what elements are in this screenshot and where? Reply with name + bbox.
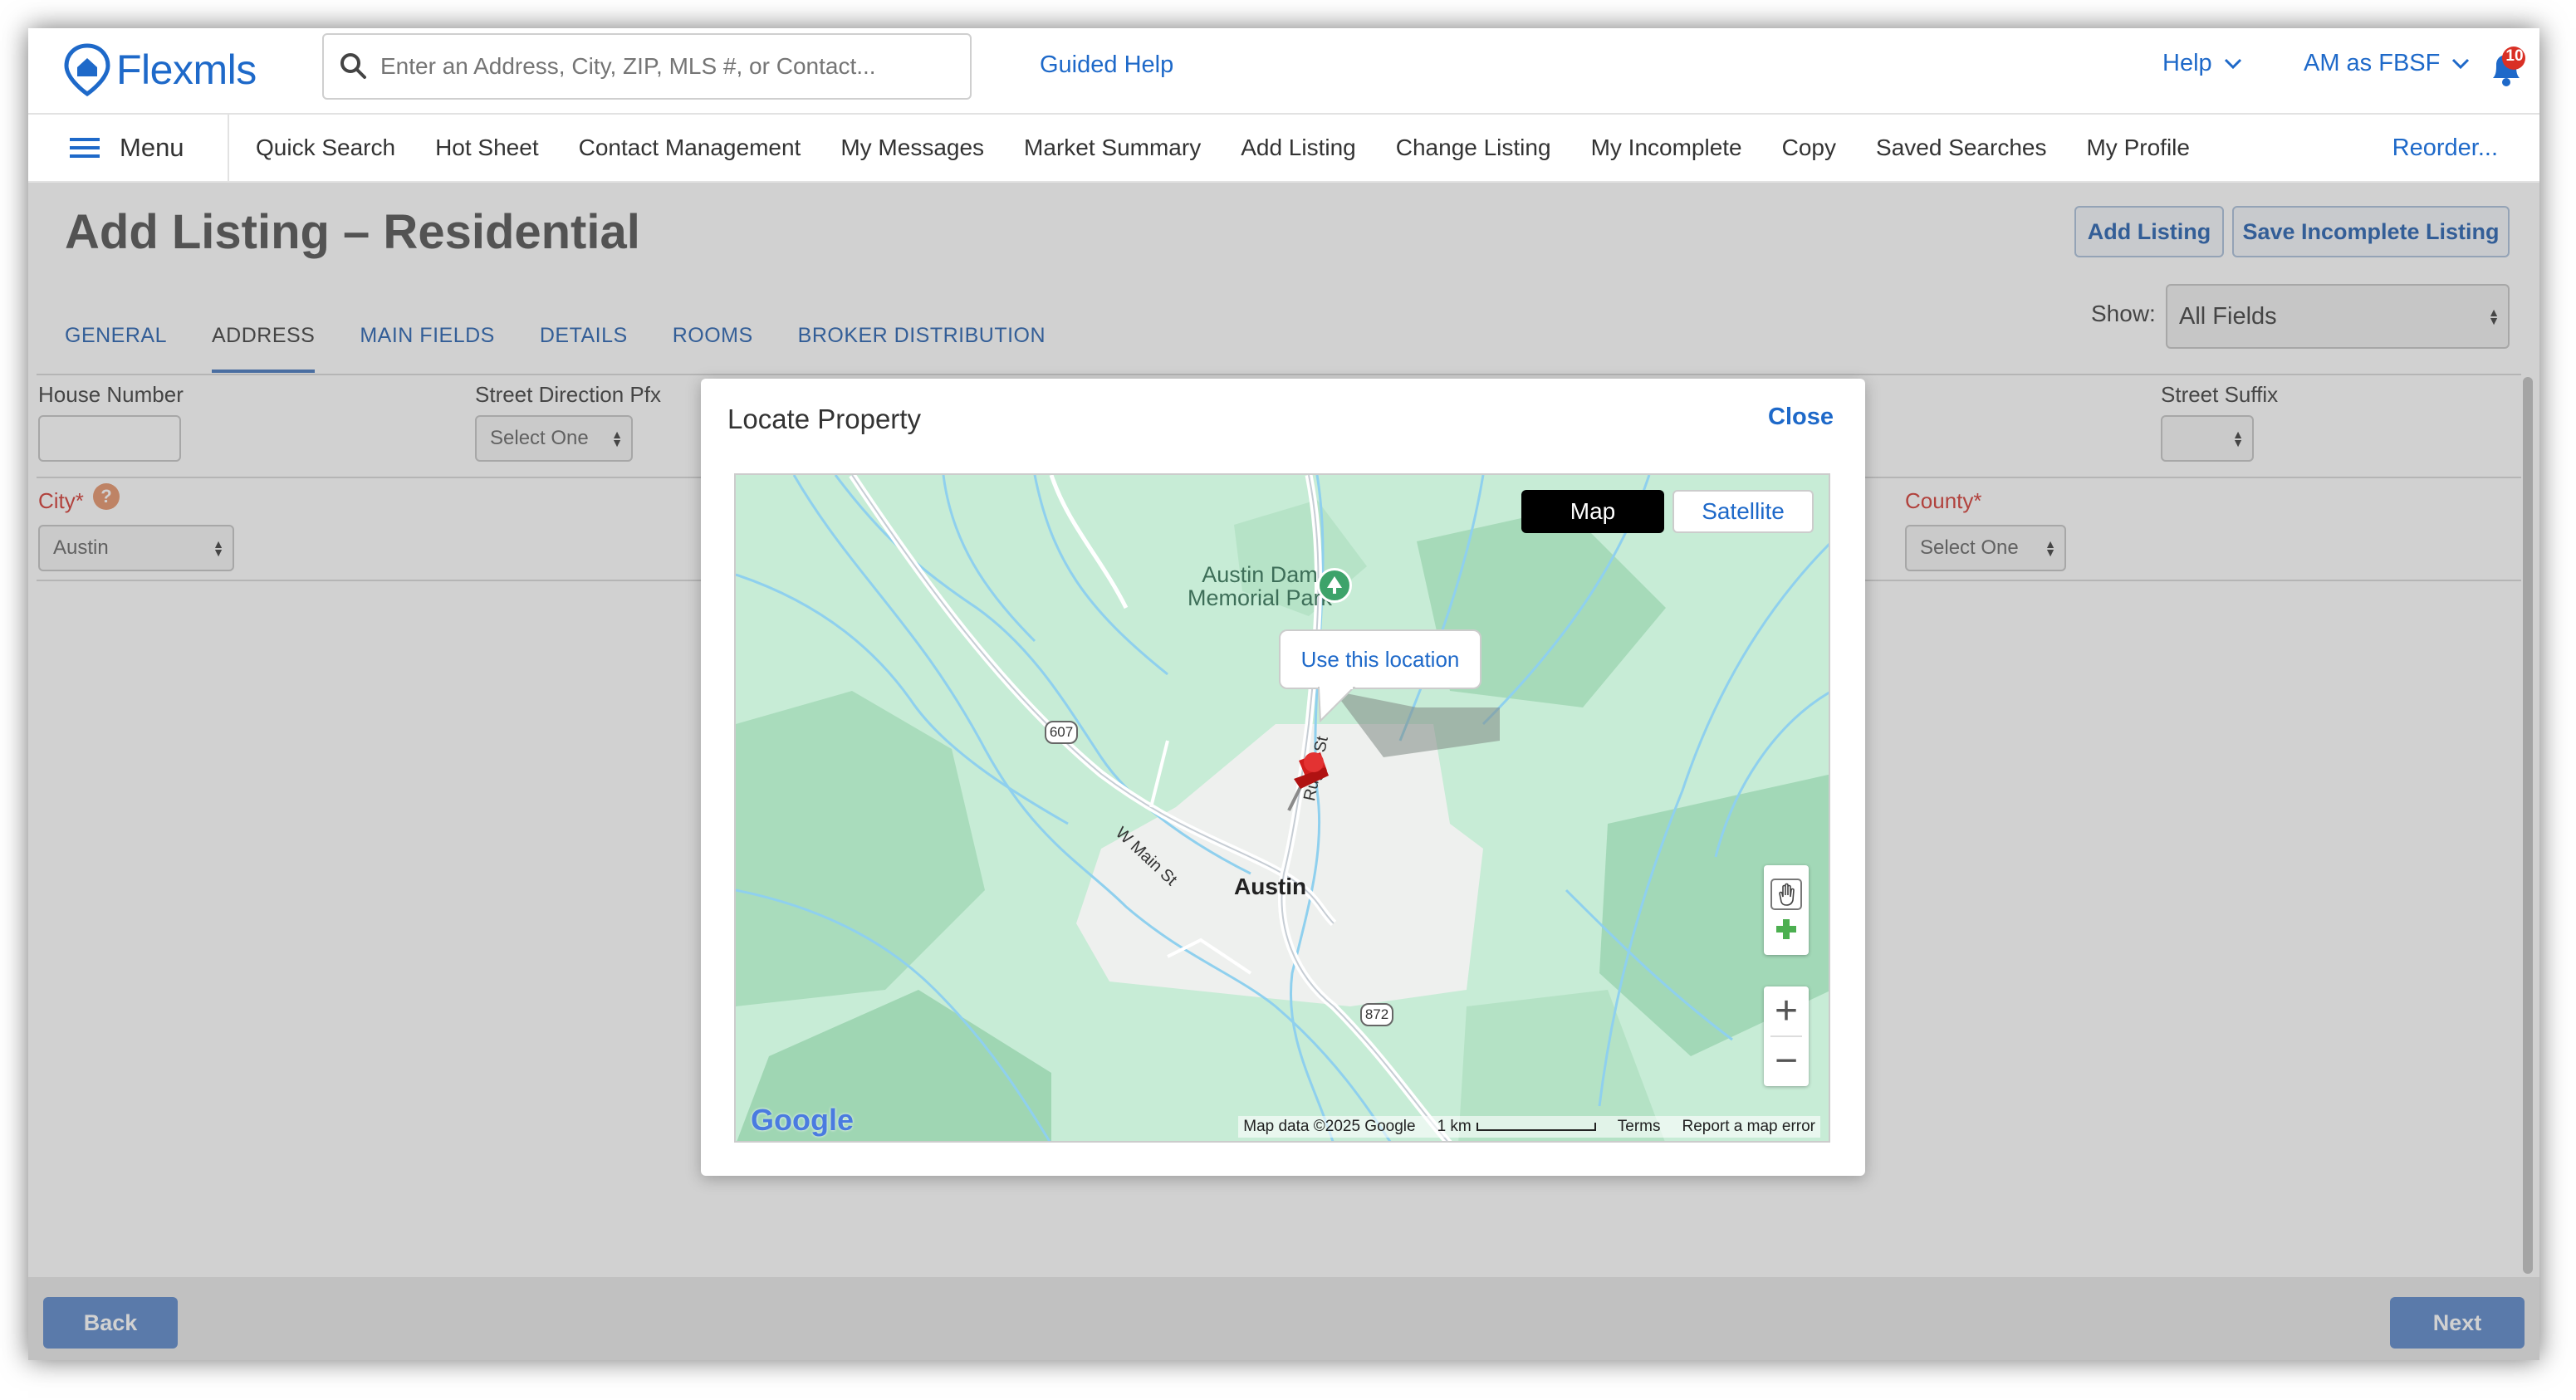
scale-bar <box>1476 1123 1596 1131</box>
map-data-text: Map data ©2025 Google <box>1243 1118 1416 1135</box>
nav-my-profile[interactable]: My Profile <box>2066 135 2209 161</box>
logo-pin-icon <box>64 43 110 96</box>
drawing-tools <box>1764 865 1809 955</box>
modal-title: Locate Property <box>727 404 921 434</box>
help-menu[interactable]: Help <box>2162 50 2242 77</box>
nav-change-listing[interactable]: Change Listing <box>1376 135 1571 161</box>
tooltip-tail <box>1317 686 1356 722</box>
main-nav: Menu Quick Search Hot Sheet Contact Mana… <box>28 114 2539 183</box>
park-label-line-2: Memorial Park <box>1188 585 1333 610</box>
hand-pan-icon[interactable] <box>1770 879 1802 910</box>
nav-hot-sheet[interactable]: Hot Sheet <box>415 135 559 161</box>
modal-close-button[interactable]: Close <box>1768 404 1834 431</box>
top-bar: Flexmls Guided Help Help AM as FBSF 10 <box>28 28 2539 115</box>
road-shield-607: 607 <box>1045 721 1078 744</box>
notifications-button[interactable]: 10 <box>2486 45 2526 91</box>
zoom-controls: + − <box>1764 986 1809 1086</box>
search-icon <box>340 53 366 79</box>
locate-property-modal: Locate Property Close 607 872 Austin Dam… <box>701 379 1865 1176</box>
user-menu[interactable]: AM as FBSF <box>2304 50 2470 77</box>
use-location-tooltip[interactable]: Use this location <box>1279 629 1481 689</box>
scale-label: 1 km <box>1437 1118 1472 1135</box>
add-marker-icon[interactable] <box>1774 917 1799 942</box>
tree-icon <box>1327 576 1342 594</box>
map-type-satellite-button[interactable]: Satellite <box>1672 490 1814 533</box>
google-logo[interactable]: Google <box>751 1103 854 1138</box>
map-attribution: Map data ©2025 Google 1 km Terms Report … <box>1238 1116 1820 1138</box>
zoom-in-icon[interactable]: + <box>1775 987 1798 1035</box>
terms-link[interactable]: Terms <box>1618 1118 1661 1136</box>
nav-my-messages[interactable]: My Messages <box>820 135 1004 161</box>
pushpin-icon[interactable] <box>1279 746 1337 815</box>
nav-quick-search[interactable]: Quick Search <box>236 135 415 161</box>
map-type-map-button[interactable]: Map <box>1521 490 1664 533</box>
nav-copy[interactable]: Copy <box>1762 135 1856 161</box>
notification-badge: 10 <box>2505 47 2524 65</box>
search-input[interactable] <box>380 53 912 80</box>
reorder-link[interactable]: Reorder... <box>2392 135 2498 162</box>
town-label: Austin <box>1234 874 1307 899</box>
logo[interactable]: Flexmls <box>63 43 257 96</box>
nav-saved-searches[interactable]: Saved Searches <box>1856 135 2066 161</box>
nav-my-incomplete[interactable]: My Incomplete <box>1571 135 1762 161</box>
app-window: Flexmls Guided Help Help AM as FBSF 10 <box>28 28 2539 1360</box>
hamburger-icon <box>70 138 100 158</box>
help-label: Help <box>2162 50 2212 76</box>
nav-contact-management[interactable]: Contact Management <box>559 135 821 161</box>
park-label: Austin Dam Memorial Park <box>1188 563 1332 609</box>
nav-add-listing[interactable]: Add Listing <box>1221 135 1376 161</box>
use-location-link[interactable]: Use this location <box>1301 647 1460 673</box>
report-map-error-link[interactable]: Report a map error <box>1682 1118 1815 1136</box>
logo-text: Flexmls <box>116 47 257 93</box>
search-box[interactable] <box>322 33 972 100</box>
zoom-out-icon[interactable]: − <box>1775 1037 1798 1085</box>
map-scale[interactable]: 1 km <box>1437 1118 1596 1136</box>
road-shield-872: 872 <box>1360 1003 1393 1026</box>
user-label: AM as FBSF <box>2304 50 2441 76</box>
map-view[interactable]: 607 872 Austin Dam Memorial Park Austin … <box>734 473 1830 1143</box>
guided-help-link[interactable]: Guided Help <box>1040 51 1173 79</box>
chevron-down-icon <box>2452 58 2470 69</box>
park-label-line-1: Austin Dam <box>1202 562 1318 587</box>
nav-items: Quick Search Hot Sheet Contact Managemen… <box>236 135 2210 161</box>
menu-button[interactable]: Menu <box>28 114 229 182</box>
chevron-down-icon <box>2224 58 2241 69</box>
nav-market-summary[interactable]: Market Summary <box>1004 135 1221 161</box>
menu-label: Menu <box>120 133 184 162</box>
park-marker-icon[interactable] <box>1317 568 1352 603</box>
